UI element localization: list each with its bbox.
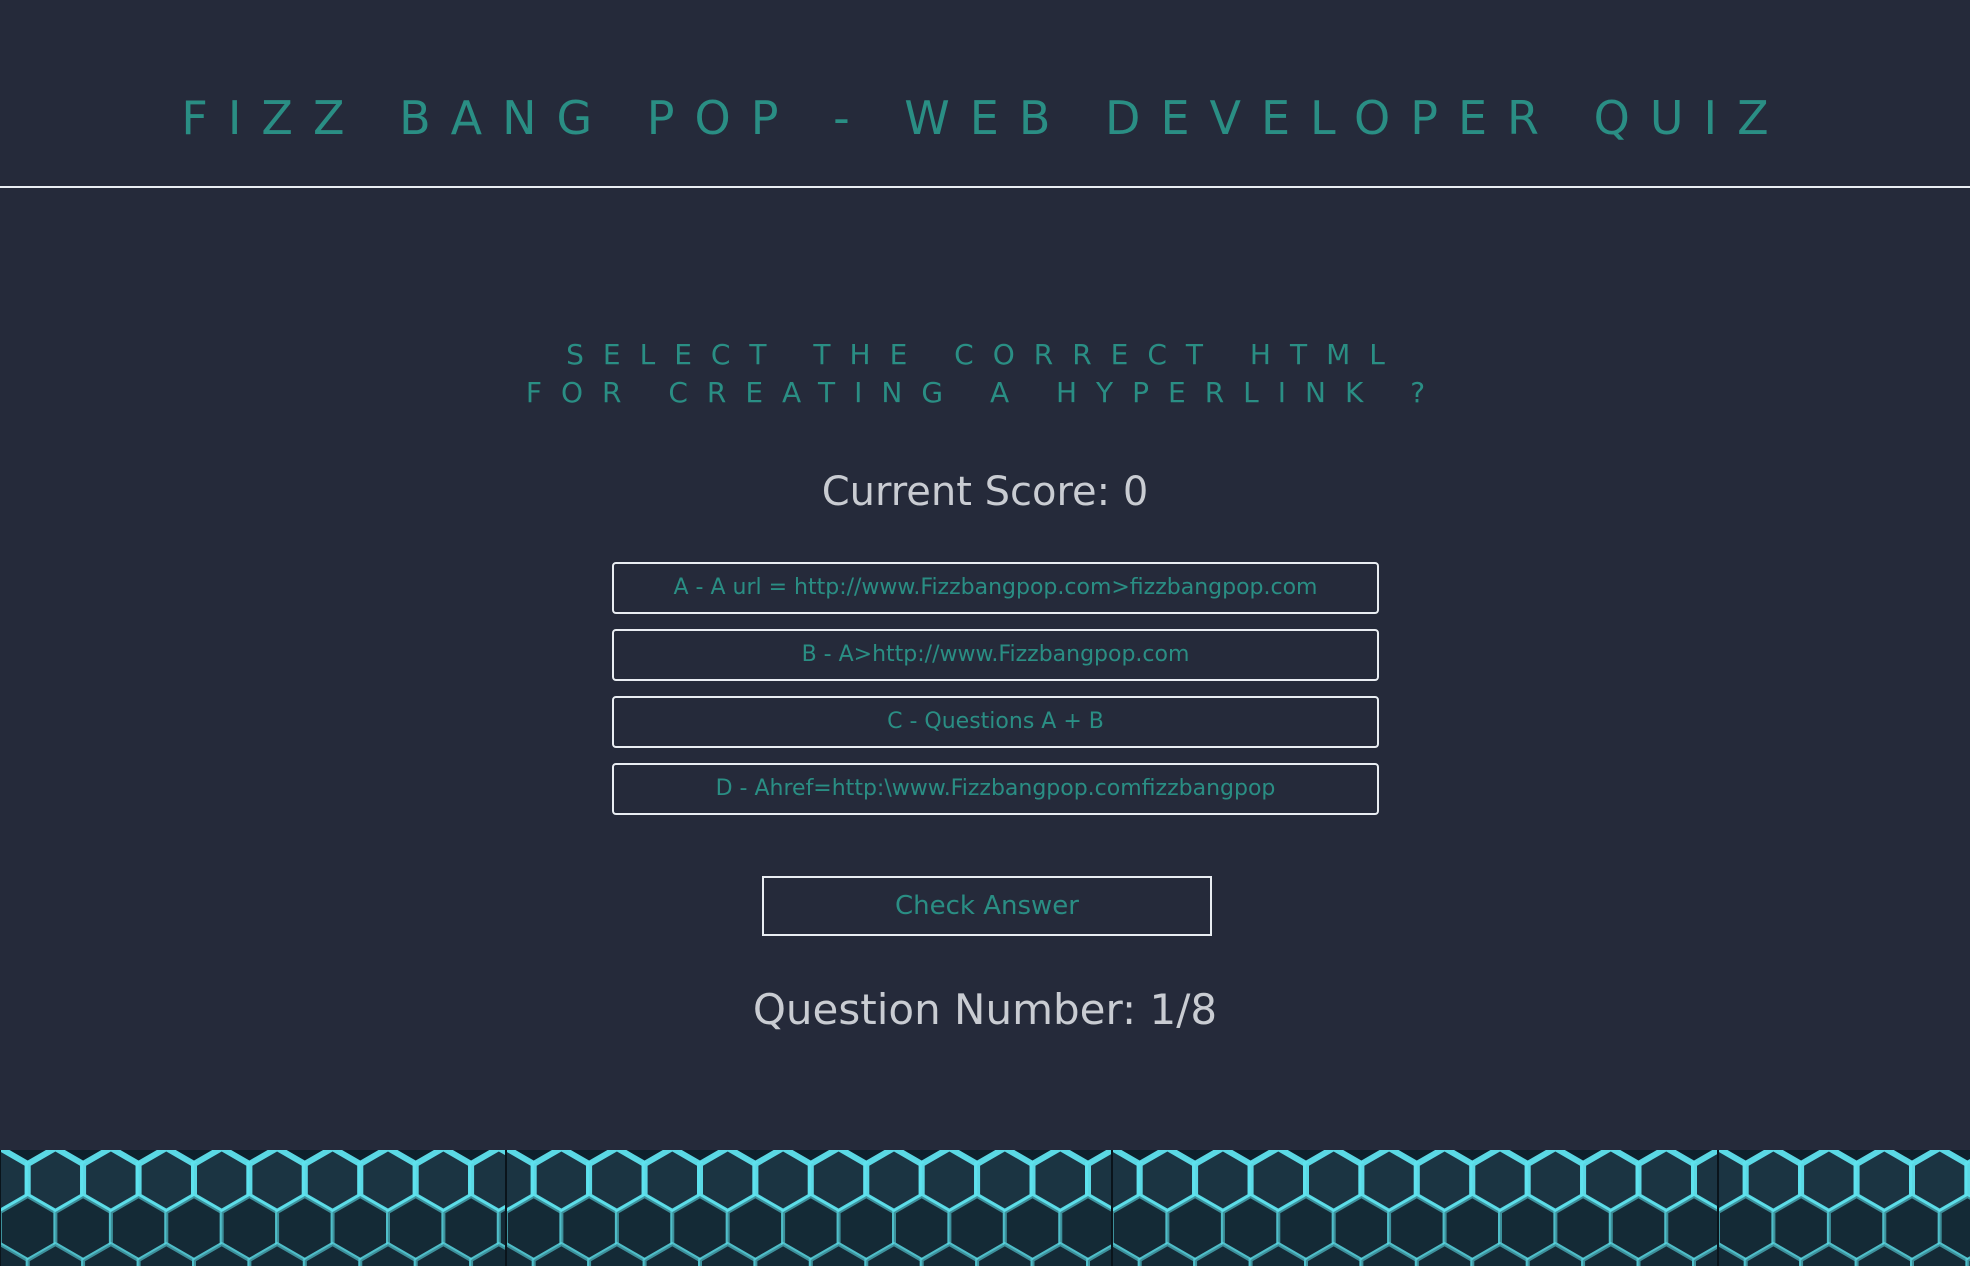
site-title: FIZZ BANG POP - WEB DEVELOPER QUIZ xyxy=(181,91,1789,145)
question-line-1: SELECT THE CORRECT HTML xyxy=(566,338,1404,371)
quiz-page: FIZZ BANG POP - WEB DEVELOPER QUIZ SELEC… xyxy=(0,0,1970,1266)
answer-option-b[interactable]: B - A>http://www.Fizzbangpop.com xyxy=(612,629,1379,681)
question-line-2: FOR CREATING A HYPERLINK ? xyxy=(525,376,1445,409)
page-header: FIZZ BANG POP - WEB DEVELOPER QUIZ xyxy=(0,0,1970,188)
answer-list: A - A url = http://www.Fizzbangpop.com>f… xyxy=(612,562,1379,830)
question-number: Question Number: 1/8 xyxy=(752,985,1218,1034)
question-text: SELECT THE CORRECT HTML FOR CREATING A H… xyxy=(485,336,1485,412)
current-score: Current Score: 0 xyxy=(821,469,1149,515)
answer-option-c[interactable]: C - Questions A + B xyxy=(612,696,1379,748)
answer-option-d[interactable]: D - Ahref=http:\www.Fizzbangpop.comfizzb… xyxy=(612,763,1379,815)
answer-option-a[interactable]: A - A url = http://www.Fizzbangpop.com>f… xyxy=(612,562,1379,614)
hexagon-banner-image xyxy=(0,1150,1970,1266)
check-answer-button[interactable]: Check Answer xyxy=(762,876,1212,936)
